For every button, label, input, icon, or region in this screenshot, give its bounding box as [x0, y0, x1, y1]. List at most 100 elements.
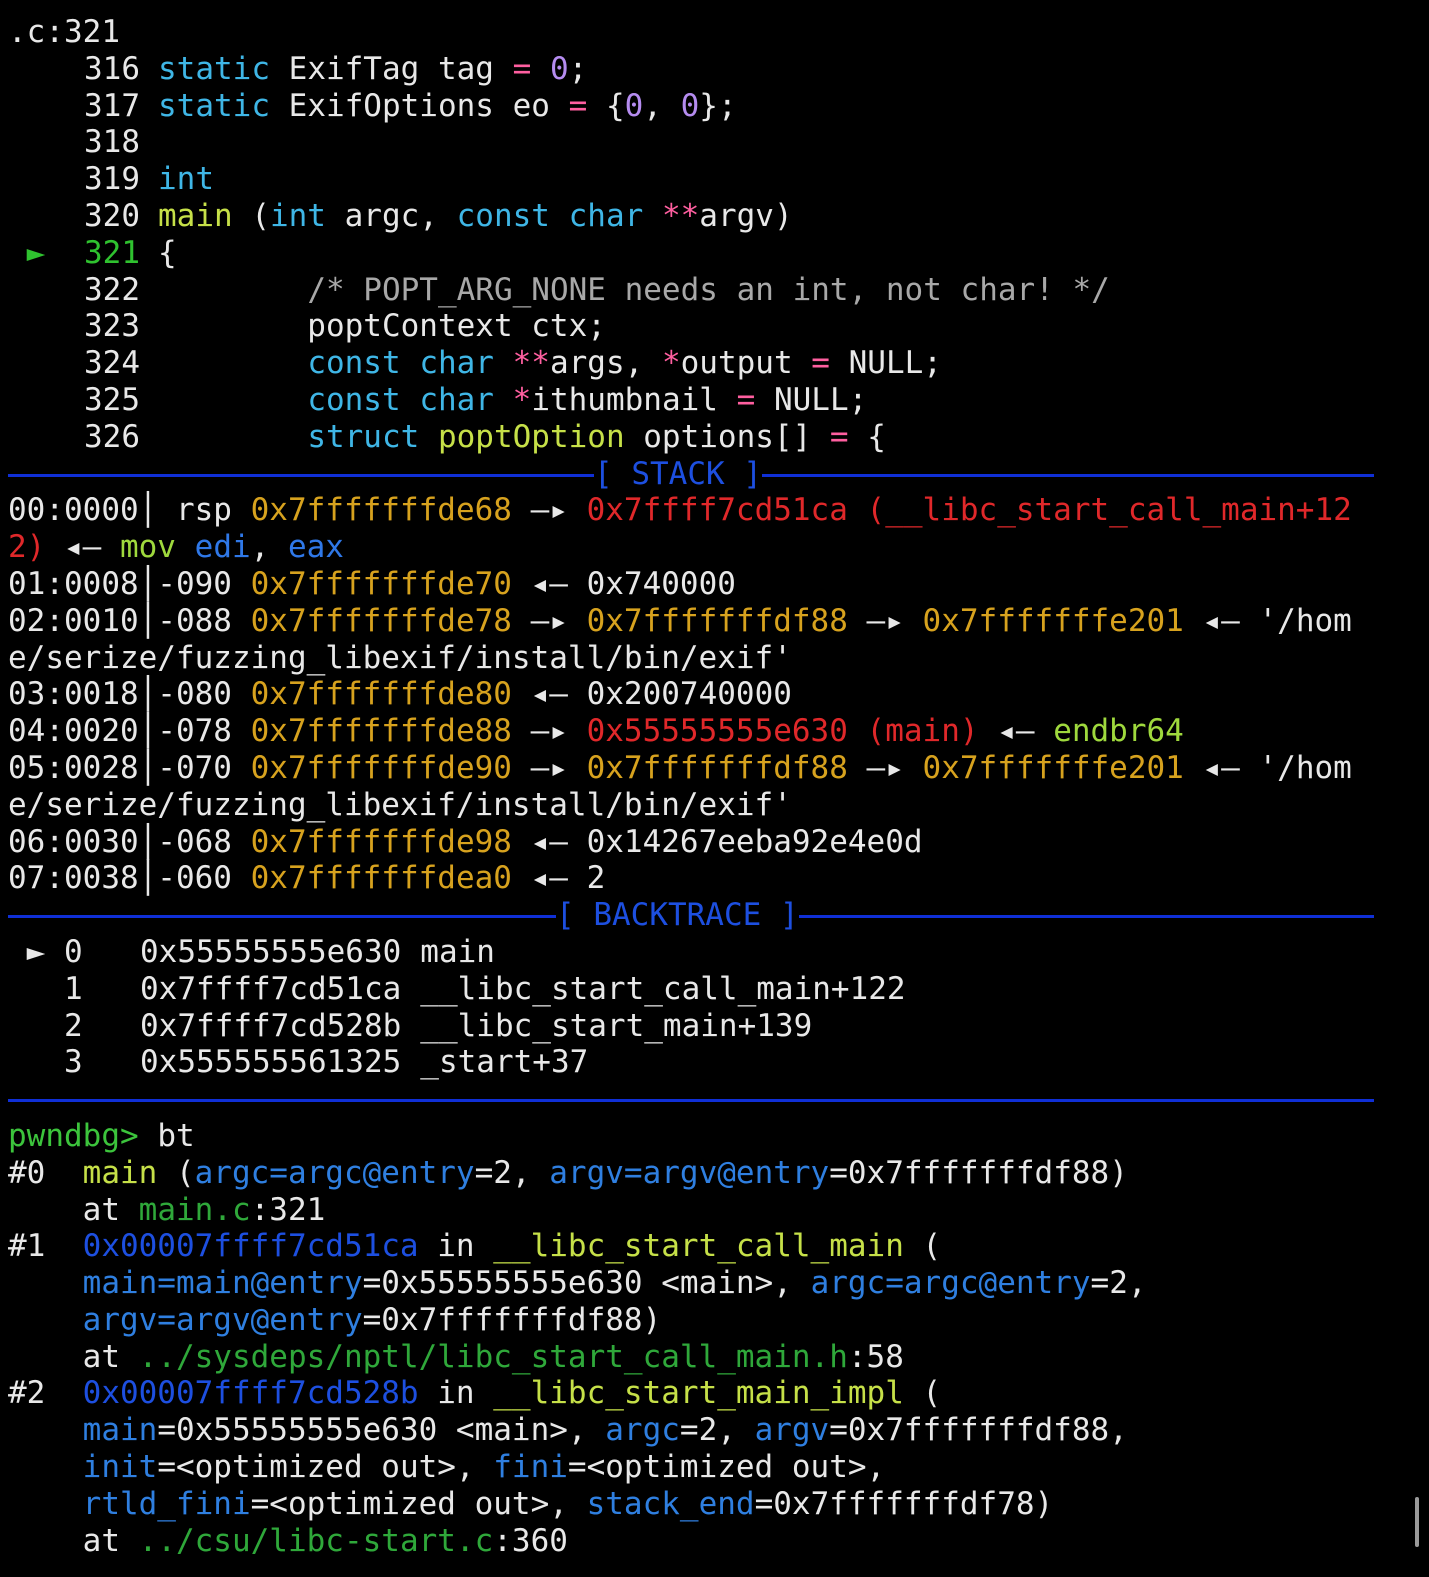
scrollbar-thumb[interactable]	[1415, 1497, 1419, 1547]
code-token: at	[8, 1338, 139, 1375]
frame-address: 0x7ffff7cd51ca	[140, 970, 402, 1007]
code-token: =	[736, 381, 756, 418]
code-token: 04:0020│-078	[8, 713, 251, 750]
code-token: mov	[119, 529, 176, 566]
code-token: ithumbnail	[531, 381, 737, 418]
source-line: 317 static ExifOptions eo = {0, 0};	[8, 88, 1374, 125]
line-number: 323	[84, 308, 140, 345]
code-token: 0x7fffffffdf88	[586, 602, 848, 639]
stack-entry: 02:0010│-088 0x7fffffffde78 —▸ 0x7ffffff…	[8, 603, 1374, 640]
code-token: (	[903, 1228, 942, 1265]
code-token: rtld_fini	[82, 1485, 251, 1522]
current-line-marker-icon: ►	[26, 234, 46, 271]
code-token: (	[157, 1154, 195, 1191]
command-text[interactable]: bt	[139, 1118, 194, 1154]
backtrace-divider: [ BACKTRACE ]	[8, 897, 1374, 934]
backtrace-frame[interactable]: 3 0x555555561325 _start+37	[8, 1044, 1374, 1081]
code-token: main	[82, 1412, 158, 1449]
frame-address: 0x55555555e630	[140, 933, 402, 970]
code-token: ◂— 2	[511, 860, 606, 897]
code-token: char	[568, 197, 644, 234]
code-token: ◂—	[45, 529, 120, 566]
code-token: {	[158, 234, 177, 271]
code-token: at	[8, 1191, 139, 1228]
code-token: 0x7fffffffde68	[250, 492, 512, 529]
source-line: ► 321 {	[8, 235, 1374, 272]
line-number: 319	[84, 161, 140, 198]
source-line: 323 poptContext ctx;	[8, 308, 1374, 345]
code-token: {	[587, 87, 625, 124]
source-line: 324 const char **args, *output = NULL;	[8, 345, 1374, 382]
code-token: —▸	[847, 749, 923, 786]
code-token: 02:0010│-088	[8, 602, 251, 639]
bt-output-line: main=0x55555555e630 <main>, argc=2, argv…	[8, 1412, 1374, 1449]
backtrace-title: [ BACKTRACE ]	[556, 897, 799, 934]
stack-title: [ STACK ]	[594, 455, 762, 493]
backtrace-frame[interactable]: ► 0 0x55555555e630 main	[8, 934, 1374, 971]
bt-output-line: init=<optimized out>, fini=<optimized ou…	[8, 1449, 1374, 1486]
stack-entry: 05:0028│-070 0x7fffffffde90 —▸ 0x7ffffff…	[8, 750, 1374, 787]
bt-output-line: #1 0x00007ffff7cd51ca in __libc_start_ca…	[8, 1228, 1374, 1265]
stack-entry: e/serize/fuzzing_libexif/install/bin/exi…	[8, 640, 1374, 677]
line-number: 317	[84, 87, 140, 124]
code-token: argv	[754, 1412, 830, 1449]
code-token: 0x7fffffffde78	[250, 602, 512, 639]
source-context-pane: .c:321 316 static ExifTag tag = 0; 317 stati…	[8, 14, 1374, 456]
code-token: —▸	[847, 602, 923, 639]
source-line: 322 /* POPT_ARG_NONE needs an int, not c…	[8, 272, 1374, 309]
code-token: poptContext ctx;	[158, 308, 606, 345]
bt-output-line: at ../csu/libc-start.c:360	[8, 1523, 1374, 1560]
source-location: .c:321	[8, 14, 120, 50]
code-token: char	[419, 345, 494, 382]
source-line: 319 int	[8, 161, 1374, 198]
code-token: 00:0000│ rsp	[8, 492, 251, 529]
code-token: =0x55555555e630 <main>,	[157, 1412, 606, 1449]
backtrace-frame[interactable]: 2 0x7ffff7cd528b __libc_start_main+139	[8, 1008, 1374, 1045]
code-token: int	[269, 197, 326, 234]
code-token: NULL;	[755, 381, 868, 418]
code-token: #2	[8, 1375, 83, 1412]
code-token: 0x55555555e630 (main)	[586, 713, 979, 750]
code-token: main	[158, 197, 233, 234]
code-token: 0x00007ffff7cd528b	[82, 1375, 419, 1412]
line-number: 316	[84, 50, 140, 87]
code-token: 0	[680, 87, 700, 124]
code-token: fini	[493, 1449, 568, 1486]
frame-index: 2	[64, 1007, 83, 1044]
code-token: 03:0018│-080	[8, 676, 251, 713]
bt-output-line: rtld_fini=<optimized out>, stack_end=0x7…	[8, 1486, 1374, 1523]
code-token: =<optimized out>,	[250, 1485, 587, 1522]
code-token: argc,	[325, 197, 457, 234]
code-token: —▸	[511, 749, 587, 786]
code-token: (	[232, 197, 270, 234]
console-pane[interactable]: pwndbg> bt #0 main (argc=argc@entry=2, a…	[8, 1118, 1374, 1560]
code-token: 0x7fffffffde98	[250, 823, 512, 860]
selected-frame-marker-icon: ►	[26, 933, 46, 970]
code-token: 0x7fffffffde88	[250, 713, 512, 750]
code-token: :360	[493, 1522, 568, 1559]
code-token: main.c	[138, 1191, 251, 1228]
bt-output-line: #0 main (argc=argc@entry=2, argv=argv@en…	[8, 1155, 1374, 1192]
frame-address: 0x555555561325	[140, 1044, 402, 1081]
stack-entry: 01:0008│-090 0x7fffffffde70 ◂— 0x740000	[8, 566, 1374, 603]
code-token: =	[568, 87, 588, 124]
code-token: argv=argv@entry	[82, 1301, 363, 1338]
code-token: const	[456, 197, 550, 234]
code-token: stack_end	[586, 1485, 755, 1522]
code-token: ◂— '/hom	[1183, 602, 1352, 639]
code-token: init	[82, 1449, 158, 1486]
prompt-line[interactable]: pwndbg> bt	[8, 1118, 1374, 1155]
code-token: 05:0028│-070	[8, 749, 251, 786]
bt-output-line: at ../sysdeps/nptl/libc_start_call_main.…	[8, 1339, 1374, 1376]
terminal-window[interactable]: .c:321 316 static ExifTag tag = 0; 317 stati…	[8, 14, 1374, 1574]
source-line: 325 const char *ithumbnail = NULL;	[8, 382, 1374, 419]
backtrace-frame[interactable]: 1 0x7ffff7cd51ca __libc_start_call_main+12…	[8, 971, 1374, 1008]
code-token: *	[661, 345, 681, 382]
line-number: 325	[84, 381, 140, 418]
